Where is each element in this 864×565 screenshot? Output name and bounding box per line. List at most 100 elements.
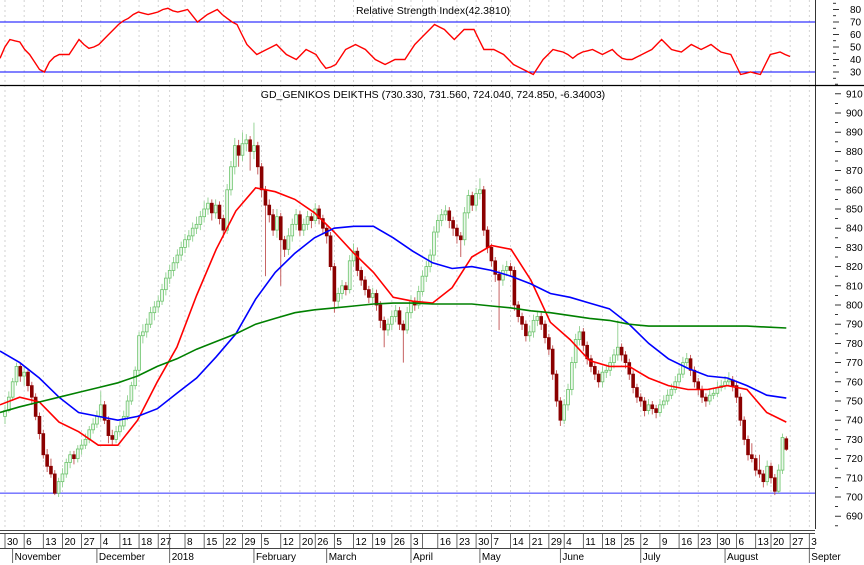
candle-up: [416, 285, 421, 309]
candle-down: [236, 139, 241, 167]
x-day-label: 23: [459, 537, 471, 548]
candle-body: [447, 210, 452, 221]
candle-body: [738, 396, 743, 421]
x-month-label: June: [562, 552, 584, 563]
rsi-tick-label: 70: [850, 18, 862, 29]
candle-down: [497, 270, 501, 330]
candle-down: [696, 377, 701, 396]
candle-body: [424, 266, 429, 277]
candle-body: [562, 404, 566, 421]
x-day-label: 26: [394, 537, 406, 548]
x-day-label: 8: [187, 537, 193, 548]
candle-up: [370, 287, 375, 304]
candle-body: [382, 319, 386, 331]
candle-body: [577, 331, 582, 340]
candle-body: [336, 293, 341, 302]
x-day-label: 19: [375, 537, 387, 548]
candle-body: [478, 189, 482, 195]
candle-up: [478, 178, 482, 200]
candle-body: [118, 425, 122, 433]
candle-body: [236, 145, 241, 156]
candle-down: [271, 209, 275, 236]
candle-body: [458, 235, 463, 241]
candle-up: [351, 243, 356, 267]
x-day-label: 13: [45, 537, 57, 548]
candle-body: [91, 423, 95, 431]
x-month-label: May: [482, 552, 501, 563]
candle-body: [481, 189, 486, 231]
candle-down: [33, 393, 38, 421]
candle-up: [600, 366, 605, 388]
candle-body: [7, 396, 11, 412]
candle-up: [616, 320, 620, 361]
candle-body: [206, 202, 210, 210]
candle-down: [589, 354, 593, 373]
candle-body: [175, 254, 180, 264]
candle-up: [232, 137, 237, 175]
candle-up: [14, 362, 19, 386]
price-tick-label: 720: [846, 454, 863, 465]
x-day-label: 11: [122, 537, 133, 548]
candle-down: [593, 362, 597, 380]
x-month-label: December: [99, 552, 146, 563]
candle-down: [324, 224, 329, 244]
candle-up: [474, 187, 478, 211]
candle-body: [543, 323, 547, 339]
candle-down: [321, 214, 325, 234]
candle-up: [776, 464, 781, 494]
candle-up: [190, 222, 195, 242]
candle-body: [435, 220, 440, 233]
x-day-label: 27: [792, 537, 804, 548]
candle-body: [474, 193, 478, 206]
candle-up: [462, 207, 467, 246]
candle-up: [144, 318, 149, 338]
rsi-y-axis: 80 7060 5040 30: [833, 2, 862, 79]
candle-up: [424, 260, 429, 282]
candle-up: [780, 433, 785, 474]
candle-body: [600, 371, 605, 383]
candle-body: [489, 246, 494, 262]
candle-down: [547, 333, 551, 355]
candle-body: [232, 145, 237, 168]
candle-body: [451, 220, 455, 229]
candle-down: [688, 354, 693, 377]
candle-down: [631, 370, 635, 394]
candle-body: [370, 293, 375, 298]
candle-body: [267, 204, 272, 216]
candle-body: [121, 415, 126, 427]
candle-body: [198, 216, 203, 225]
candle-body: [60, 473, 65, 483]
x-month-label: 2018: [172, 552, 195, 563]
candle-up: [118, 420, 122, 436]
candle-up: [95, 410, 99, 428]
x-day-label: 20: [302, 537, 314, 548]
x-day-label: 6: [739, 537, 745, 548]
candle-body: [144, 323, 149, 333]
price-panel: GD_GENIKOS DEIKTHS (730.330, 731.560, 72…: [0, 83, 863, 527]
candle-body: [225, 189, 229, 231]
rsi-tick-label: 80: [850, 5, 862, 16]
candle-body: [604, 369, 609, 373]
candle-body: [83, 438, 88, 446]
candle-body: [187, 235, 191, 241]
x-day-label: 27: [84, 537, 96, 548]
x-axis: 30 6 13 20 27 4 11 18 27 8 15 22 29 5 12 20 26 5 12 19 26 3 16…: [0, 529, 864, 565]
candle-up: [527, 326, 532, 342]
candle-down: [102, 401, 107, 425]
candle-down: [750, 443, 754, 463]
candle-body: [558, 400, 563, 421]
candle-body: [263, 189, 268, 206]
candle-body: [520, 316, 524, 325]
x-day-label: 23: [700, 537, 712, 548]
candle-body: [125, 400, 130, 417]
x-day-label: 30: [719, 537, 731, 548]
candle-body: [18, 366, 23, 377]
candle-down: [259, 162, 264, 198]
candle-body: [171, 262, 176, 271]
candle-down: [363, 276, 367, 296]
candle-down: [581, 328, 586, 352]
candle-up: [340, 280, 344, 300]
candle-body: [550, 348, 555, 375]
candle-up: [301, 218, 306, 236]
candle-up: [665, 389, 670, 405]
